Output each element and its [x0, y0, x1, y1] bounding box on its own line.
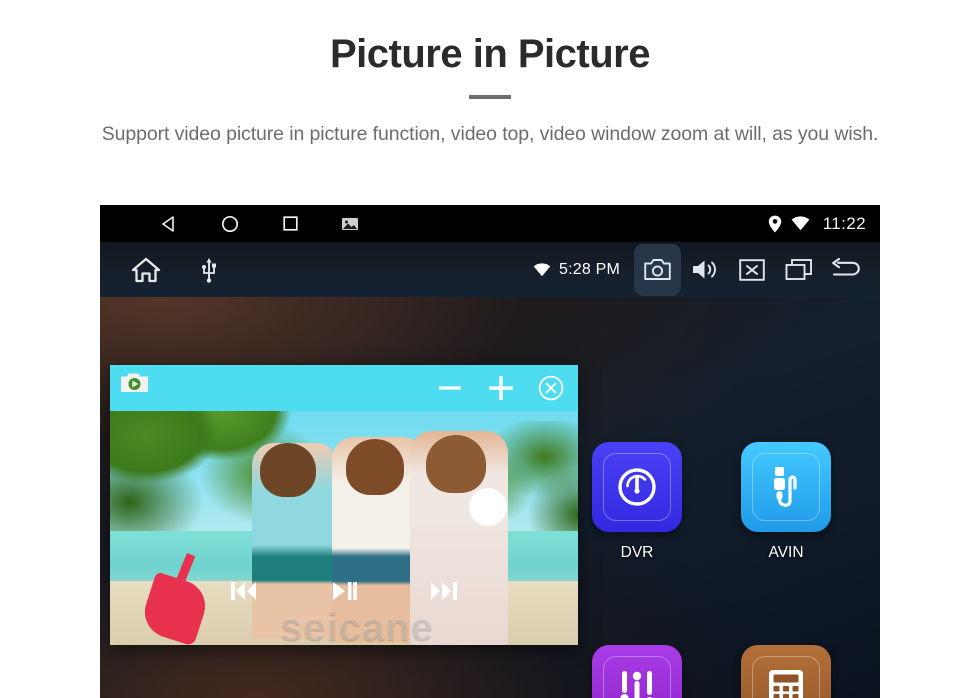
- android-status-area: 11:22: [768, 205, 866, 242]
- video-playback-controls: [110, 569, 578, 613]
- play-pause-button[interactable]: [331, 579, 357, 603]
- app-dvr[interactable]: DVR: [592, 442, 682, 562]
- app-tile-calculator[interactable]: [741, 645, 831, 698]
- page-subtitle: Support video picture in picture functio…: [101, 123, 879, 145]
- android-clock: 11:22: [822, 213, 866, 233]
- app-tile-amplifier[interactable]: [592, 645, 682, 698]
- app-tile-dvr[interactable]: [592, 442, 682, 532]
- zoom-out-button[interactable]: [436, 374, 464, 402]
- home-icon[interactable]: [131, 257, 161, 283]
- marketing-header: Picture in Picture Support video picture…: [0, 0, 980, 149]
- gauge-icon: [614, 464, 660, 510]
- volume-icon[interactable]: [681, 242, 728, 297]
- app-calculator[interactable]: Calculator: [741, 645, 831, 698]
- launcher-toolbar: 5:28 PM: [100, 242, 880, 297]
- home-circle-icon[interactable]: [220, 214, 240, 234]
- app-avin[interactable]: AVIN: [741, 442, 831, 562]
- back-icon[interactable]: [159, 214, 179, 234]
- app-label-avin: AVIN: [768, 544, 804, 561]
- video-person-right-hair: [426, 435, 486, 493]
- android-navigation-bar: 11:22: [100, 205, 880, 242]
- wifi-icon: [533, 262, 551, 277]
- launcher-clock: 5:28 PM: [559, 260, 620, 278]
- nav-button-group: [159, 214, 359, 234]
- app-label-dvr: DVR: [620, 544, 654, 561]
- close-button[interactable]: [538, 375, 564, 401]
- toolbar-right-group: 5:28 PM: [533, 242, 869, 297]
- recents-square-icon[interactable]: [281, 214, 300, 233]
- pip-titlebar[interactable]: [110, 365, 578, 411]
- recents-icon[interactable]: [775, 242, 822, 297]
- previous-track-button[interactable]: [229, 579, 259, 603]
- usb-icon[interactable]: [201, 257, 217, 283]
- back-arrow-icon[interactable]: [822, 242, 869, 297]
- pip-window-controls: [436, 365, 564, 411]
- app-tile-avin[interactable]: [741, 442, 831, 532]
- picture-in-picture-window[interactable]: seicane: [110, 365, 578, 645]
- video-camera-icon[interactable]: [120, 371, 150, 395]
- page-title: Picture in Picture: [330, 32, 650, 76]
- video-person-left-hair: [260, 443, 316, 497]
- screenshot-icon[interactable]: [341, 216, 359, 232]
- camera-icon[interactable]: [634, 243, 681, 296]
- toolbar-left-group: [131, 257, 217, 283]
- location-pin-icon: [768, 215, 782, 233]
- zoom-in-button[interactable]: [486, 373, 516, 403]
- calculator-icon: [767, 668, 805, 698]
- close-box-icon[interactable]: [728, 242, 775, 297]
- av-plug-icon: [766, 464, 806, 510]
- video-person-middle-hair: [346, 439, 404, 495]
- app-amplifier[interactable]: Amplifier: [592, 645, 682, 698]
- wifi-icon: [791, 216, 810, 231]
- equalizer-icon: [617, 669, 657, 698]
- device-screen: 11:22 5:28 PM DVR AVIN seicane: [100, 205, 880, 698]
- title-divider: [469, 95, 511, 99]
- next-track-button[interactable]: [429, 579, 459, 603]
